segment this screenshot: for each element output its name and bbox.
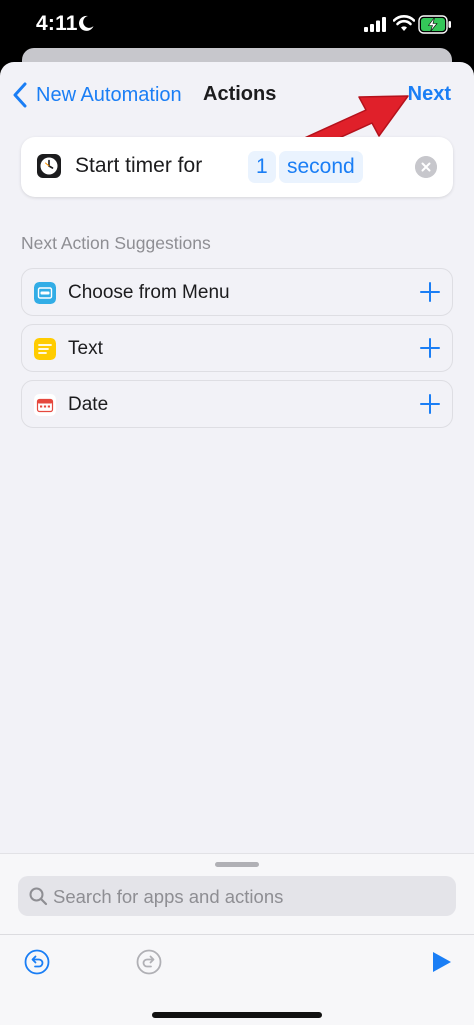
back-button[interactable]: New Automation [12,81,182,109]
search-input[interactable]: Search for apps and actions [18,876,456,916]
plus-icon[interactable] [419,281,441,303]
start-timer-action-card[interactable]: Start timer for 1 second [21,137,453,197]
suggestion-date[interactable]: Date [21,380,453,428]
battery-charging-icon [418,15,451,34]
play-icon[interactable] [429,950,453,974]
plus-icon[interactable] [419,337,441,359]
text-icon [34,338,56,360]
clock-icon [37,154,61,178]
search-icon [29,887,48,906]
signal-icon [364,17,386,32]
back-button-label: New Automation [36,83,182,106]
panel-grabber[interactable] [215,862,259,867]
timer-unit-parameter[interactable]: second [279,151,363,183]
home-indicator [152,1012,322,1018]
page-title: Actions [203,83,277,105]
action-text: Start timer for [75,154,203,177]
remove-action-button[interactable] [415,156,437,178]
undo-icon[interactable] [24,949,50,975]
status-bar: 4:11 [0,0,474,50]
moon-icon [78,15,94,31]
timer-count-parameter[interactable]: 1 [248,151,276,183]
suggestion-label: Text [68,338,103,359]
suggestion-label: Choose from Menu [68,282,230,303]
wifi-icon [393,15,415,31]
calendar-icon [34,394,56,416]
suggestion-text[interactable]: Text [21,324,453,372]
search-placeholder: Search for apps and actions [53,886,284,907]
phone-screen: 4:11 New Automation Actions Next Start t… [0,0,474,1025]
redo-icon[interactable] [136,949,162,975]
suggestions-header: Next Action Suggestions [21,233,211,253]
suggestion-choose-from-menu[interactable]: Choose from Menu [21,268,453,316]
toolbar-divider [0,934,474,935]
status-time: 4:11 [36,12,78,35]
menu-icon [34,282,56,304]
chevron-left-icon [13,82,27,108]
action-search-panel: Search for apps and actions [0,853,474,1025]
suggestion-label: Date [68,394,109,415]
plus-icon[interactable] [419,393,441,415]
